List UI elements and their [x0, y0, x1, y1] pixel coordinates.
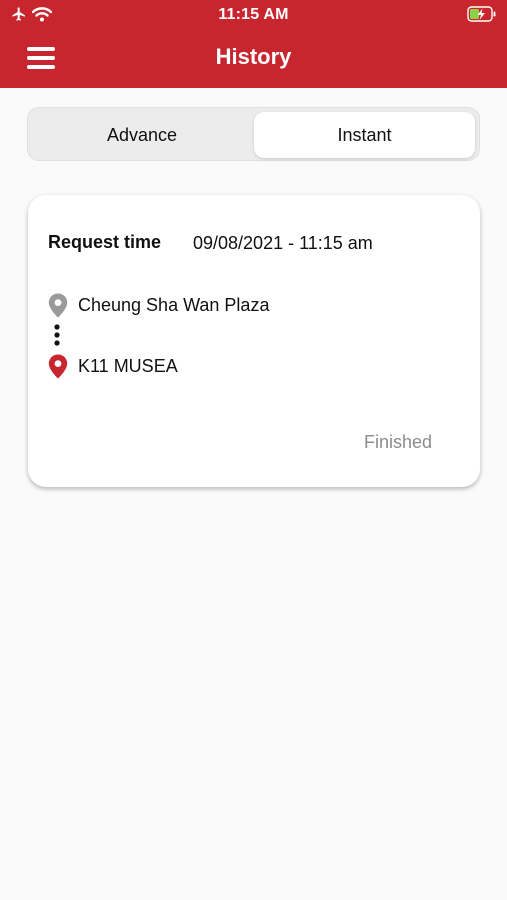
status-time: 11:15 AM: [218, 6, 289, 23]
request-time-value: 09/08/2021 - 11:15 am: [193, 233, 373, 253]
history-type-tabs: Advance Instant: [27, 107, 480, 161]
destination-pin-icon: [48, 354, 68, 384]
route-dots-icon: [54, 324, 60, 351]
tab-advance[interactable]: Advance: [31, 112, 253, 158]
trip-status: Finished: [363, 432, 432, 452]
battery-charging-icon: [467, 6, 497, 28]
page-title: History: [215, 44, 292, 69]
destination-location: K11 MUSEA: [78, 356, 178, 376]
app-header: 11:15 AM History: [0, 0, 507, 88]
request-time-label: Request time: [48, 232, 162, 252]
history-card[interactable]: Request time 09/08/2021 - 11:15 am Cheun…: [28, 195, 480, 487]
origin-location: Cheung Sha Wan Plaza: [78, 295, 270, 315]
tab-instant[interactable]: Instant: [254, 112, 475, 158]
origin-pin-icon: [48, 293, 68, 323]
status-bar: 11:15 AM: [0, 0, 507, 30]
